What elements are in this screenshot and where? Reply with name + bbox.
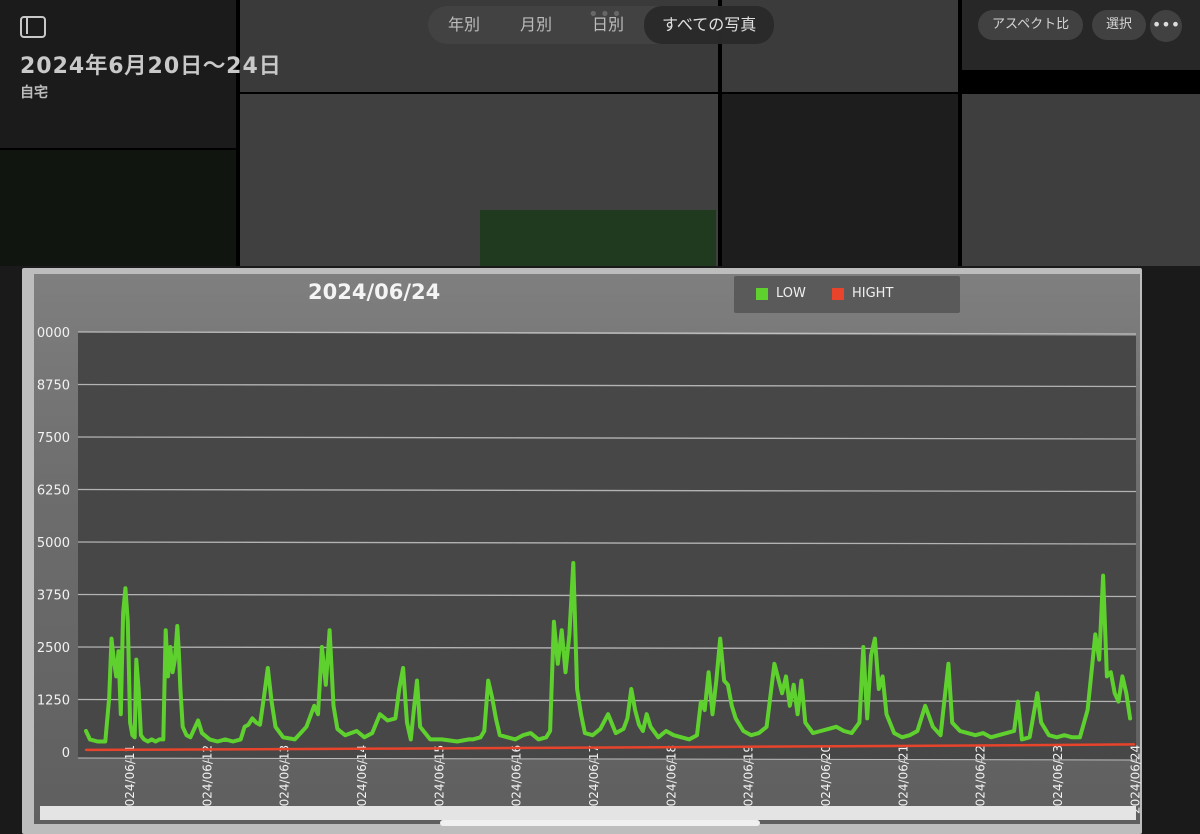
x-tick-label: 2024/06/19 [742, 745, 756, 814]
x-tick-label: 2024/06/24 [1128, 745, 1142, 814]
y-tick-label: 1250 [37, 694, 70, 709]
x-tick-label: 2024/06/23 [1051, 745, 1065, 814]
y-tick-label: 0 [62, 746, 70, 761]
plot-area [78, 332, 1136, 760]
x-tick-label: 2024/06/15 [432, 745, 446, 814]
x-tick-label: 2024/06/21 [896, 745, 910, 814]
x-tick-label: 2024/06/17 [587, 745, 601, 814]
y-tick-label: 8750 [37, 379, 70, 394]
y-tick-label: 6250 [37, 484, 70, 499]
home-indicator [440, 820, 760, 826]
horizontal-scrollbar[interactable] [40, 806, 1136, 820]
y-tick-label: 5000 [37, 536, 70, 551]
y-tick-label: 0000 [37, 326, 70, 341]
x-tick-label: 2024/06/18 [664, 745, 678, 814]
x-tick-label: 2024/06/13 [278, 745, 292, 814]
x-tick-label: 2024/06/20 [819, 745, 833, 814]
x-tick-label: 2024/06/14 [355, 745, 369, 814]
line-chart: 0 1250 2500 3750 5000 6250 7500 8750 0000 2024/06… [37, 326, 1143, 814]
x-tick-label: 2024/06/11 [123, 745, 137, 814]
x-tick-label: 2024/06/12 [200, 745, 214, 814]
y-tick-label: 2500 [37, 641, 70, 656]
x-tick-label: 2024/06/22 [974, 745, 988, 814]
x-tick-label: 2024/06/16 [510, 745, 524, 814]
y-tick-label: 7500 [37, 431, 70, 446]
y-tick-label: 3750 [37, 589, 70, 604]
